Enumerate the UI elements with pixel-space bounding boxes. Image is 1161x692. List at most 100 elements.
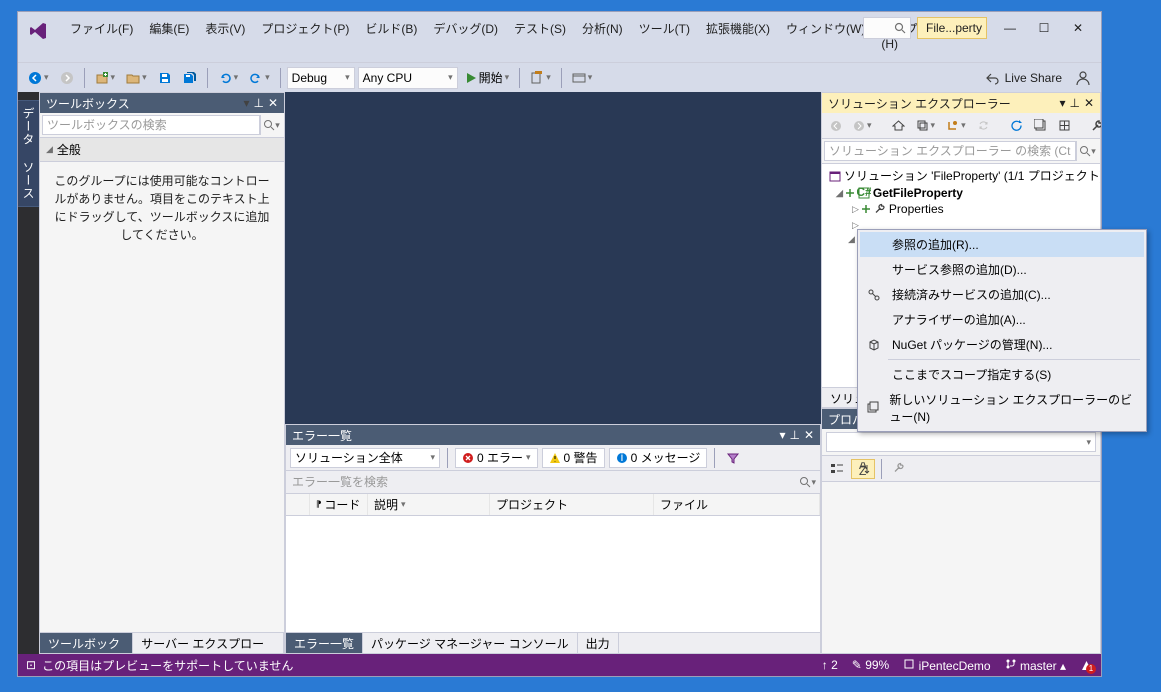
datasource-tab[interactable]: データ ソース (18, 92, 39, 654)
menu-file[interactable]: ファイル(F) (62, 16, 141, 55)
menu-test[interactable]: テスト(S) (506, 16, 574, 55)
menu-analyze[interactable]: 分析(N) (574, 16, 631, 55)
window-pos-icon[interactable]: ▾ (243, 96, 249, 110)
sol-showall[interactable] (1054, 117, 1075, 134)
redo-button[interactable]: ▾ (245, 69, 274, 87)
error-search-input[interactable] (290, 473, 799, 491)
col-proj[interactable]: プロジェクト (490, 494, 654, 515)
tb-extra2[interactable]: ▾ (568, 69, 597, 87)
file-badge[interactable]: File...perty (917, 17, 987, 39)
col-desc[interactable]: 説明▾ (368, 494, 490, 515)
pin-icon[interactable]: ⊥ (253, 96, 263, 110)
tab-output[interactable]: 出力 (578, 633, 619, 653)
tree-properties[interactable]: ▷Properties (822, 201, 1100, 217)
sol-refresh[interactable] (1006, 117, 1027, 134)
tree-solution[interactable]: ソリューション 'FileProperty' (1/1 プロジェクト) (822, 166, 1100, 185)
cm-add-service-reference[interactable]: サービス参照の追加(D)... (860, 257, 1144, 282)
close-button[interactable]: ✕ (1061, 16, 1095, 40)
sol-fwd[interactable]: ▾ (849, 118, 876, 134)
menu-edit[interactable]: 編集(E) (141, 16, 197, 55)
cm-scope-to-this[interactable]: ここまでスコープ指定する(S) (860, 362, 1144, 387)
error-search: ▾ (286, 471, 820, 494)
live-share-button[interactable]: Live Share (979, 69, 1068, 87)
open-button[interactable]: ▾ (122, 69, 151, 87)
messages-filter[interactable]: i0 メッセージ (609, 448, 708, 468)
play-icon (465, 72, 477, 84)
warnings-filter[interactable]: 0 警告 (542, 448, 605, 468)
col-file[interactable]: ファイル (654, 494, 820, 515)
status-branch[interactable]: master ▴ (1005, 658, 1066, 673)
prop-categorized[interactable] (826, 460, 848, 478)
solution-search-button[interactable]: ▾ (1076, 141, 1098, 161)
tab-server-explorer[interactable]: サーバー エクスプローラー (133, 633, 284, 653)
toolbox-group-general[interactable]: ◢全般 (40, 138, 284, 162)
cm-add-analyzer[interactable]: アナライザーの追加(A)... (860, 307, 1144, 332)
menu-build[interactable]: ビルド(B) (357, 16, 425, 55)
quick-launch[interactable] (863, 17, 911, 39)
pin-icon[interactable]: ⊥ (789, 428, 799, 442)
window-pos-icon[interactable]: ▾ (1059, 96, 1065, 110)
toolbox-search-input[interactable] (42, 115, 260, 135)
status-publish[interactable]: ↑ 2 (822, 658, 838, 672)
tab-errorlist[interactable]: エラー一覧 (286, 633, 363, 653)
solution-search-input[interactable] (824, 141, 1076, 161)
solution-title: ソリューション エクスプローラー (828, 95, 1011, 112)
col-code[interactable]: ⁋コード (310, 494, 368, 515)
close-icon[interactable]: ✕ (804, 428, 814, 442)
platform-combo[interactable]: Any CPU▾ (358, 67, 458, 89)
cm-add-connected-service[interactable]: 接続済みサービスの追加(C)... (860, 282, 1144, 307)
cm-add-reference[interactable]: 参照の追加(R)... (860, 232, 1144, 257)
prop-alphabetical[interactable]: AZ (851, 459, 875, 479)
tb-extra1[interactable]: ▾ (526, 69, 555, 87)
tree-project[interactable]: ◢C#GetFileProperty (822, 185, 1100, 201)
tab-pmc[interactable]: パッケージ マネージャー コンソール (363, 633, 578, 653)
new-view-icon (866, 401, 880, 415)
tab-toolbox[interactable]: ツールボックス (40, 633, 133, 653)
menu-window[interactable]: ウィンドウ(W) (778, 16, 873, 55)
status-changes[interactable]: ✎ 99% (852, 658, 889, 672)
errors-filter[interactable]: 0 エラー▾ (455, 448, 538, 468)
pin-icon[interactable]: ⊥ (1069, 96, 1079, 110)
nav-fwd-button[interactable] (56, 69, 78, 87)
error-list-panel: エラー一覧 ▾ ⊥ ✕ ソリューション全体▾ 0 エラー▾ 0 警告 i0 メッ… (285, 424, 821, 654)
save-button[interactable] (154, 69, 176, 87)
sol-pending[interactable]: ▾ (942, 117, 970, 134)
minimize-button[interactable]: — (993, 16, 1027, 40)
menu-extensions[interactable]: 拡張機能(X) (698, 16, 778, 55)
error-scope-combo[interactable]: ソリューション全体▾ (290, 448, 440, 468)
sol-collapse[interactable] (1030, 117, 1051, 134)
start-button[interactable]: 開始▾ (461, 67, 514, 88)
sol-properties[interactable] (1087, 117, 1101, 134)
close-icon[interactable]: ✕ (1084, 96, 1094, 110)
cm-manage-nuget[interactable]: NuGet パッケージの管理(N)... (860, 332, 1144, 357)
account-button[interactable] (1071, 68, 1095, 88)
nav-back-button[interactable]: ▾ (24, 69, 53, 87)
share-icon (985, 71, 999, 85)
sol-home[interactable] (888, 117, 909, 134)
sol-back[interactable] (826, 118, 846, 134)
window-pos-icon[interactable]: ▾ (779, 428, 785, 442)
toolbox-search-button[interactable]: ▾ (260, 115, 282, 135)
close-icon[interactable]: ✕ (268, 96, 278, 110)
new-project-button[interactable]: ▾ (91, 69, 120, 87)
save-all-button[interactable] (179, 69, 201, 87)
config-combo[interactable]: Debug▾ (287, 67, 355, 89)
sol-switch[interactable]: ▾ (912, 117, 940, 134)
col-icon[interactable] (286, 494, 310, 515)
maximize-button[interactable]: ☐ (1027, 16, 1061, 40)
status-notifications[interactable]: 1 (1080, 659, 1093, 672)
status-repo[interactable]: iPentecDemo (903, 658, 990, 673)
menu-view[interactable]: 表示(V) (197, 16, 253, 55)
undo-button[interactable]: ▾ (214, 69, 243, 87)
menu-project[interactable]: プロジェクト(P) (253, 16, 357, 55)
cm-new-solution-view[interactable]: 新しいソリューション エクスプローラーのビュー(N) (860, 387, 1144, 429)
filter-button[interactable] (722, 449, 744, 467)
prop-wrench[interactable] (888, 460, 909, 477)
menu-tools[interactable]: ツール(T) (631, 16, 698, 55)
properties-panel: プロパティ ▾ ⊥ ✕ ▾ AZ (821, 408, 1101, 654)
search-icon[interactable] (799, 476, 811, 488)
menu-debug[interactable]: デバッグ(D) (425, 16, 506, 55)
search-icon (894, 22, 906, 34)
sol-sync[interactable] (973, 117, 994, 134)
properties-object-combo[interactable]: ▾ (826, 432, 1096, 452)
